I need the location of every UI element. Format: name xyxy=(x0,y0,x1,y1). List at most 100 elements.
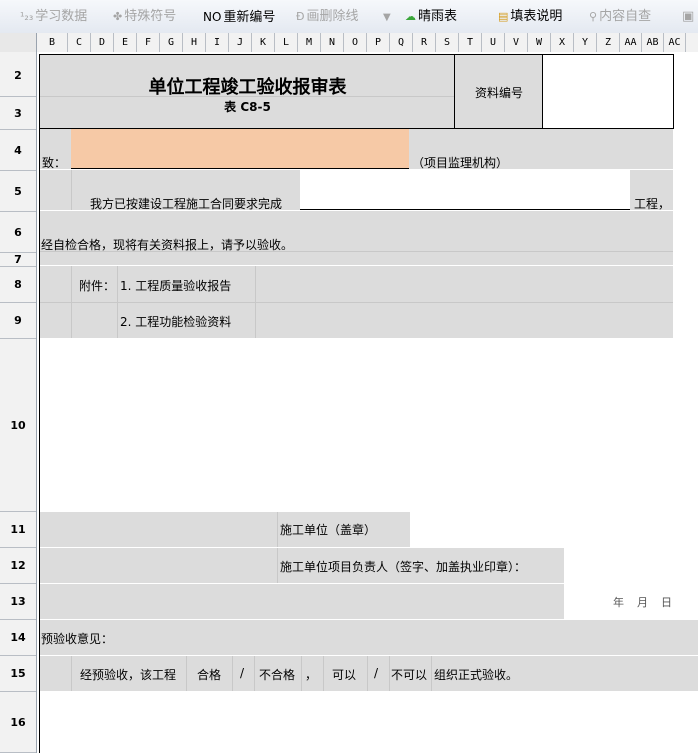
column-header-AC[interactable]: AC xyxy=(664,33,686,52)
doc-number-label: 资料编号 xyxy=(474,86,523,100)
weather-icon: ☁ xyxy=(405,10,416,23)
row-header-2[interactable]: 2 xyxy=(0,55,36,97)
content-check-button[interactable]: ⚲ 内容自查 xyxy=(589,7,651,27)
attachment-content-area[interactable] xyxy=(40,339,673,511)
row-header-5[interactable]: 5 xyxy=(0,171,36,212)
attachment-2: 2. 工程功能检验资料 xyxy=(120,315,232,329)
renumber-label: 重新编号 xyxy=(223,10,276,25)
column-header-AB[interactable]: AB xyxy=(642,33,664,52)
day-label: 日 xyxy=(661,596,672,609)
special-symbol-label: 特殊符号 xyxy=(124,9,177,24)
row-header-15[interactable]: 15 xyxy=(0,656,36,692)
column-header-I[interactable]: I xyxy=(206,33,229,52)
select-all-corner[interactable] xyxy=(0,33,37,52)
row-header-6[interactable]: 6 xyxy=(0,212,36,253)
column-header-H[interactable]: H xyxy=(183,33,206,52)
row-header-3[interactable]: 3 xyxy=(0,97,36,130)
row-header-14[interactable]: 14 xyxy=(0,620,36,656)
contract-text: 我方已按建设工程施工合同要求完成 xyxy=(90,197,283,211)
pre-acceptance-content-area[interactable] xyxy=(40,692,698,753)
renumber-button[interactable]: NO 重新编号 xyxy=(203,7,275,27)
toolbar: ¹₂₃ 学习数据 ✤ 特殊符号 NO 重新编号 Ð 画删除线 ▼ ☁ 晴雨表 ▤ 填表说明 … xyxy=(0,0,698,34)
more-icon[interactable]: ▣ xyxy=(682,7,694,27)
numbers-icon: ¹₂₃ xyxy=(20,10,34,23)
cannot-option[interactable]: 不可以 xyxy=(391,666,427,683)
attachment-1: 1. 工程质量验收报告 xyxy=(120,279,232,293)
column-header-O[interactable]: O xyxy=(344,33,367,52)
column-header-N[interactable]: N xyxy=(321,33,344,52)
column-header-J[interactable]: J xyxy=(229,33,252,52)
contractor-manager-label: 施工单位项目负责人（签字、加盖执业印章）： xyxy=(280,560,527,574)
row-header-8[interactable]: 8 xyxy=(0,267,36,303)
special-symbol-button[interactable]: ✤ 特殊符号 xyxy=(113,7,176,27)
supervisor-org-label: （项目监理机构） xyxy=(412,156,509,170)
column-header-M[interactable]: M xyxy=(298,33,321,52)
pre-acceptance-label-row[interactable] xyxy=(40,620,698,655)
weather-button[interactable]: ☁ 晴雨表 xyxy=(405,7,457,27)
column-header-C[interactable]: C xyxy=(68,33,91,52)
column-header-F[interactable]: F xyxy=(137,33,160,52)
project-name-input[interactable] xyxy=(300,170,630,210)
to-label: 致： xyxy=(42,156,67,170)
column-header-Y[interactable]: Y xyxy=(574,33,597,52)
column-header-L[interactable]: L xyxy=(275,33,298,52)
year-label: 年 xyxy=(613,596,624,609)
column-header-X[interactable]: X xyxy=(551,33,574,52)
plus-symbol-icon: ✤ xyxy=(113,10,123,23)
contractor-manager-input[interactable] xyxy=(564,548,673,583)
row-header-7[interactable]: 7 xyxy=(0,253,36,267)
organize-text: 组织正式验收。 xyxy=(434,668,519,682)
column-header-S[interactable]: S xyxy=(436,33,459,52)
row-header-10[interactable]: 10 xyxy=(0,339,36,512)
column-header-Z[interactable]: Z xyxy=(597,33,620,52)
qualified-option[interactable]: 合格 xyxy=(197,666,221,683)
contractor-seal-input[interactable] xyxy=(410,512,673,547)
slash-separator-2: / xyxy=(374,666,379,680)
learn-data-button[interactable]: ¹₂₃ 学习数据 xyxy=(20,7,87,27)
form-subtitle: 表 C8-5 xyxy=(224,100,271,114)
month-label: 月 xyxy=(637,596,648,609)
column-header-U[interactable]: U xyxy=(482,33,505,52)
content-check-label: 内容自查 xyxy=(599,9,652,24)
column-header-D[interactable]: D xyxy=(91,33,114,52)
column-header-E[interactable]: E xyxy=(114,33,137,52)
fill-guide-button[interactable]: ▤ 填表说明 xyxy=(498,7,562,27)
column-header-G[interactable]: G xyxy=(160,33,183,52)
strikethrough-label: 画删除线 xyxy=(306,9,359,24)
column-header-W[interactable]: W xyxy=(528,33,551,52)
strikethrough-button[interactable]: Ð 画删除线 xyxy=(296,7,359,27)
unqualified-option[interactable]: 不合格 xyxy=(259,666,295,683)
slash-separator-1: / xyxy=(240,666,245,680)
column-header-P[interactable]: P xyxy=(367,33,390,52)
comma-separator: ， xyxy=(305,668,318,682)
column-header-K[interactable]: K xyxy=(252,33,275,52)
doc-number-input[interactable] xyxy=(543,55,673,128)
row-header-13[interactable]: 13 xyxy=(0,584,36,620)
row-header-16[interactable]: 16 xyxy=(0,692,36,753)
spreadsheet-grid[interactable]: 单位工程竣工验收报审表 表 C8-5 资料编号 致： （项目监理机构） 我方已按… xyxy=(37,52,698,753)
row-header-bar: 2 3 4 5 6 7 8 9 10 11 12 13 14 15 16 xyxy=(0,52,37,753)
row-header-9[interactable]: 9 xyxy=(0,303,36,339)
attachment-label: 附件： xyxy=(79,279,116,293)
column-header-AA[interactable]: AA xyxy=(620,33,642,52)
project-suffix: 工程， xyxy=(634,197,671,211)
learn-data-label: 学习数据 xyxy=(35,9,88,24)
no-prefix-icon: NO xyxy=(203,10,222,24)
column-header-Q[interactable]: Q xyxy=(390,33,413,52)
column-header-T[interactable]: T xyxy=(459,33,482,52)
pre-acceptance-text: 经预验收，该工程 xyxy=(80,668,177,682)
form-title: 单位工程竣工验收报审表 xyxy=(148,77,347,98)
strike-icon: Ð xyxy=(296,10,305,23)
column-header-V[interactable]: V xyxy=(505,33,528,52)
fill-guide-label: 填表说明 xyxy=(510,9,563,24)
supervisor-org-input[interactable] xyxy=(71,129,409,169)
chevron-down-icon: ▼ xyxy=(383,12,391,23)
dropdown-arrow-button[interactable]: ▼ xyxy=(383,7,391,27)
can-option[interactable]: 可以 xyxy=(332,666,356,683)
row-header-12[interactable]: 12 xyxy=(0,548,36,584)
row-header-4[interactable]: 4 xyxy=(0,130,36,171)
column-header-B[interactable]: B xyxy=(37,33,68,52)
row-header-11[interactable]: 11 xyxy=(0,512,36,548)
pre-acceptance-label: 预验收意见： xyxy=(41,632,114,646)
column-header-R[interactable]: R xyxy=(413,33,436,52)
